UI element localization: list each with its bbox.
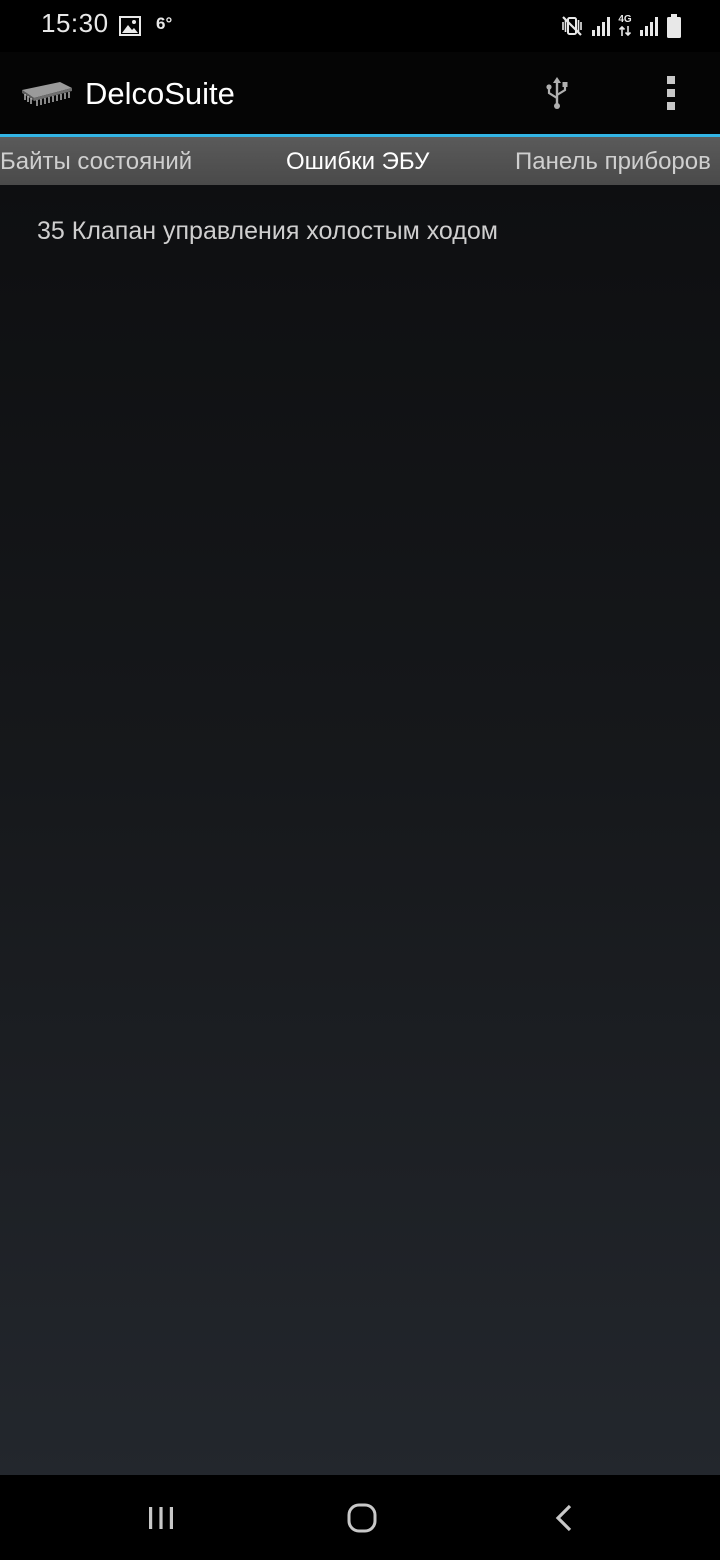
home-icon (347, 1503, 377, 1533)
vibrate-mute-icon (562, 16, 582, 36)
signal-icon (592, 17, 610, 36)
list-item[interactable]: 35 Клапан управления холостым ходом (37, 217, 498, 246)
status-temperature: 6° (156, 14, 173, 33)
back-button[interactable] (539, 1495, 589, 1541)
back-icon (555, 1504, 572, 1532)
chip-icon (22, 82, 72, 106)
tab-ecu-errors[interactable]: Ошибки ЭБУ (286, 137, 429, 185)
arrows-icon (618, 25, 632, 37)
recents-button[interactable] (136, 1495, 186, 1541)
overflow-menu-icon (667, 76, 675, 110)
battery-icon (667, 14, 681, 38)
data-arrows-icon: 4G (618, 15, 632, 37)
network-type: 4G (618, 14, 632, 25)
signal-icon (640, 17, 658, 36)
usb-icon (546, 77, 568, 109)
gallery-icon (119, 16, 141, 36)
usb-button[interactable] (536, 72, 578, 114)
status-time: 15:30 (41, 8, 109, 38)
tab-dashboard[interactable]: Панель приборов (515, 137, 711, 185)
action-bar: DelcoSuite (0, 52, 720, 134)
home-button[interactable] (337, 1495, 387, 1541)
tab-status-bytes[interactable]: Байты состояний (0, 137, 192, 185)
navigation-bar (0, 1475, 720, 1560)
status-icons: 4G (560, 12, 682, 40)
tab-strip: Байты состояний Ошибки ЭБУ Панель прибор… (0, 137, 720, 185)
status-bar: 15:30 6° 4G (0, 0, 720, 52)
error-list: 35 Клапан управления холостым ходом (0, 185, 720, 1475)
screen: 15:30 6° 4G DelcoSuite Байты состояний О… (0, 0, 720, 1560)
recents-icon (149, 1507, 173, 1529)
overflow-menu-button[interactable] (650, 72, 692, 114)
app-title: DelcoSuite (85, 76, 235, 111)
